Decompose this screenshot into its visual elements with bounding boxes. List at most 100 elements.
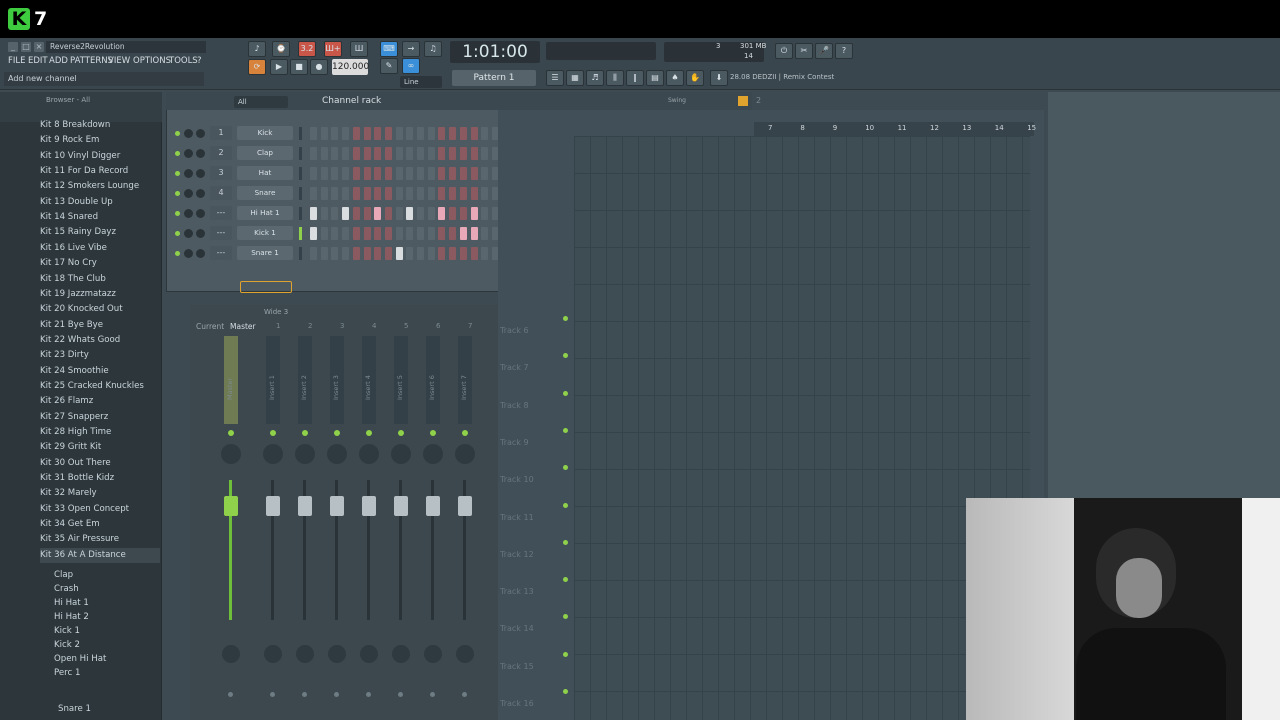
step-button[interactable] (320, 207, 328, 220)
step-button[interactable] (342, 227, 350, 240)
stereo-knob-icon[interactable] (456, 645, 474, 663)
browser-sample[interactable]: Clap (54, 568, 73, 583)
volume-fader[interactable] (394, 496, 408, 516)
step-button[interactable] (342, 167, 350, 180)
browser-item[interactable]: Kit 32 Marely (40, 486, 97, 501)
restore-icon[interactable]: □ (21, 42, 31, 52)
volume-knob-icon[interactable] (196, 129, 205, 138)
track-mute-led[interactable] (563, 502, 568, 508)
track-header[interactable]: Track 8 (500, 401, 570, 410)
menu-item-options[interactable]: OPTIONS (133, 55, 171, 67)
track-header[interactable]: Track 7 (500, 363, 570, 372)
menu-item-help[interactable]: ? (197, 55, 202, 67)
browser-sample[interactable]: Crash (54, 582, 79, 597)
stereo-knob-icon[interactable] (424, 645, 442, 663)
browser-item[interactable]: Kit 21 Bye Bye (40, 318, 103, 333)
browser-item[interactable]: Kit 10 Vinyl Digger (40, 149, 120, 164)
browser-item[interactable]: Kit 28 High Time (40, 425, 111, 440)
stereo-knob-icon[interactable] (360, 645, 378, 663)
step-button[interactable] (481, 227, 489, 240)
step-button[interactable] (417, 207, 424, 220)
browser-icon[interactable]: ▤ (646, 70, 664, 86)
stop-icon[interactable]: ■ (290, 59, 308, 75)
help-icon[interactable]: ? (835, 43, 853, 59)
step-button[interactable] (459, 127, 467, 140)
route-dot[interactable] (430, 692, 435, 697)
channel-name-button[interactable]: Snare (237, 186, 293, 200)
browser-item[interactable]: Kit 24 Smoothie (40, 364, 109, 379)
browser-item[interactable]: Kit 11 For Da Record (40, 164, 128, 179)
step-button[interactable] (395, 227, 403, 240)
step-button[interactable] (384, 127, 392, 140)
step-button[interactable] (449, 227, 457, 240)
step-button[interactable] (438, 147, 446, 160)
step-button[interactable] (427, 147, 435, 160)
browser-item[interactable]: Kit 34 Get Em (40, 517, 100, 532)
track-header[interactable]: Track 11 (500, 513, 570, 522)
insert-enable-led[interactable] (366, 430, 372, 436)
step-button[interactable] (459, 147, 467, 160)
step-button[interactable] (363, 127, 371, 140)
channel-name-button[interactable]: Kick (237, 126, 293, 140)
step-button[interactable] (427, 227, 435, 240)
step-button[interactable] (320, 167, 328, 180)
step-button[interactable] (310, 127, 317, 140)
step-button[interactable] (470, 167, 478, 180)
step-button[interactable] (395, 187, 403, 200)
step-button[interactable] (331, 167, 339, 180)
step-button[interactable] (417, 147, 424, 160)
browser-item[interactable]: Kit 16 Live Vibe (40, 241, 107, 256)
stereo-knob-icon[interactable] (328, 645, 346, 663)
step-button[interactable] (470, 127, 478, 140)
channel-mixer-track[interactable]: --- (210, 226, 232, 240)
channel-select-led[interactable] (299, 227, 302, 240)
channel-name-button[interactable]: Hat (237, 166, 293, 180)
step-button[interactable] (320, 227, 328, 240)
step-button[interactable] (470, 187, 478, 200)
step-button[interactable] (363, 187, 371, 200)
browser-item[interactable]: Kit 27 Snapperz (40, 410, 108, 425)
insert-enable-led[interactable] (334, 430, 340, 436)
menu-item-add[interactable]: ADD (49, 55, 68, 67)
step-button[interactable] (481, 187, 489, 200)
mute-led-icon[interactable] (175, 171, 180, 176)
pan-knob-icon[interactable] (184, 169, 193, 178)
step-button[interactable] (427, 207, 435, 220)
pan-knob-icon[interactable] (327, 444, 347, 464)
channel-name-button[interactable]: Snare 1 (237, 246, 293, 260)
pan-knob-icon[interactable] (263, 444, 283, 464)
step-button[interactable] (417, 127, 424, 140)
step-button[interactable] (342, 247, 350, 260)
snap-select[interactable]: Line (400, 76, 442, 88)
step-button[interactable] (352, 167, 360, 180)
track-header[interactable]: Track 15 (500, 662, 570, 671)
mute-led-icon[interactable] (175, 231, 180, 236)
step-button[interactable] (417, 187, 424, 200)
track-header[interactable]: Track 9 (500, 438, 570, 447)
stereo-knob-icon[interactable] (222, 645, 240, 663)
step-button[interactable] (470, 147, 478, 160)
track-header[interactable]: Track 12 (500, 550, 570, 559)
step-button[interactable] (481, 207, 489, 220)
step-button[interactable] (395, 247, 403, 260)
step-button[interactable] (342, 207, 350, 220)
step-button[interactable] (320, 147, 328, 160)
route-dot[interactable] (398, 692, 403, 697)
volume-knob-icon[interactable] (196, 169, 205, 178)
step-button[interactable] (363, 207, 371, 220)
browser-sample[interactable]: Snare 1 (58, 702, 91, 717)
track-header[interactable]: Track 16 (500, 699, 570, 708)
route-dot[interactable] (302, 692, 307, 697)
metronome-icon[interactable]: ♪ (248, 41, 266, 57)
step-button[interactable] (374, 187, 382, 200)
step-button[interactable] (310, 227, 317, 240)
channel-select-led[interactable] (299, 127, 302, 140)
track-header[interactable]: Track 14 (500, 624, 570, 633)
link-icon[interactable]: ∞ (402, 58, 420, 74)
step-button[interactable] (459, 227, 467, 240)
browser-item[interactable]: Kit 15 Rainy Dayz (40, 225, 116, 240)
menu-item-edit[interactable]: EDIT (28, 55, 48, 67)
mic-icon[interactable]: 🎤 (815, 43, 833, 59)
browser-item[interactable]: Kit 23 Dirty (40, 348, 89, 363)
step-button[interactable] (384, 187, 392, 200)
